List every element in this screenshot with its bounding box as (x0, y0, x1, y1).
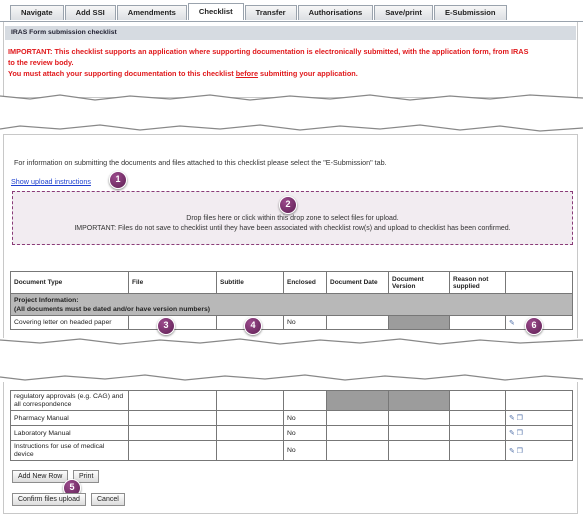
confirm-files-upload-button[interactable]: Confirm files upload (12, 493, 86, 506)
section-heading: Project Information: (All documents must… (10, 293, 573, 316)
tab-checklist[interactable]: Checklist (187, 3, 244, 20)
file-cell[interactable] (128, 390, 217, 411)
document-version-cell[interactable] (388, 440, 450, 461)
warning-line-3-end: submitting your application. (258, 69, 358, 78)
tab-amendments[interactable]: Amendments (116, 5, 187, 20)
doc-type-cell: Laboratory Manual (10, 425, 129, 441)
enclosed-cell[interactable] (283, 390, 327, 411)
row-actions: ✎ ❐ (505, 410, 573, 426)
callout-badge-4: 4 (244, 317, 262, 335)
doc-type-cell: regulatory approvals (e.g. CAG) and all … (10, 390, 129, 411)
document-date-cell[interactable] (326, 315, 389, 330)
copy-row-icon[interactable]: ❐ (517, 448, 523, 455)
edit-pencil-icon[interactable]: ✎ (509, 320, 515, 327)
file-cell[interactable] (128, 410, 217, 426)
col-document-type: Document Type (10, 271, 129, 294)
section-note: (All documents must be dated and/or have… (14, 305, 211, 313)
tab-e-submission[interactable]: E-Submission (433, 5, 507, 20)
file-cell[interactable] (128, 440, 217, 461)
reason-cell[interactable] (449, 390, 506, 411)
show-upload-instructions-link[interactable]: Show upload instructions (11, 177, 91, 186)
submission-info-text: For information on submitting the docume… (14, 158, 387, 167)
enclosed-cell[interactable]: No (283, 425, 327, 441)
enclosed-cell[interactable]: No (283, 410, 327, 426)
col-actions (505, 271, 573, 294)
row-actions (505, 390, 573, 411)
table-row: Pharmacy Manual No ✎ ❐ (10, 410, 573, 426)
torn-edge-top (0, 94, 583, 106)
callout-badge-3: 3 (157, 317, 175, 335)
reason-cell[interactable] (449, 315, 506, 330)
section-label: Project Information: (14, 296, 79, 304)
reason-cell[interactable] (449, 425, 506, 441)
tab-authorisations[interactable]: Authorisations (297, 5, 374, 20)
copy-row-icon[interactable]: ❐ (517, 430, 523, 437)
col-document-date: Document Date (326, 271, 389, 294)
file-cell[interactable] (128, 425, 217, 441)
cancel-button[interactable]: Cancel (91, 493, 125, 506)
callout-badge-2: 2 (279, 196, 297, 214)
checklist-table: Document Type File Subtitle Enclosed Doc… (10, 271, 573, 330)
dropzone-instruction: Drop files here or click within this dro… (186, 215, 399, 222)
table-row: Covering letter on headed paper No ✎ (10, 315, 573, 330)
document-date-cell (326, 390, 389, 411)
table-row: Instructions for use of medical device N… (10, 440, 573, 461)
important-warning: IMPORTANT: This checklist supports an ap… (8, 46, 568, 79)
section-row-project-information: Project Information: (All documents must… (10, 293, 573, 316)
edit-pencil-icon[interactable]: ✎ (509, 430, 515, 437)
warning-line-3: You must attach your supporting document… (8, 68, 568, 79)
warning-line-1: IMPORTANT: This checklist supports an ap… (8, 47, 529, 56)
tab-add-ssi[interactable]: Add SSI (64, 5, 116, 20)
warning-before-underlined: before (235, 69, 259, 78)
subtitle-cell[interactable] (216, 425, 284, 441)
document-date-cell[interactable] (326, 425, 389, 441)
add-new-row-button[interactable]: Add New Row (12, 470, 69, 483)
enclosed-cell[interactable]: No (283, 315, 327, 330)
dropzone-important-note: IMPORTANT: Files do not save to checklis… (74, 225, 511, 232)
callout-badge-1: 1 (109, 171, 127, 189)
document-version-cell[interactable] (388, 425, 450, 441)
edit-pencil-icon[interactable]: ✎ (509, 448, 515, 455)
reason-cell[interactable] (449, 440, 506, 461)
warning-line-2: to the review body. (8, 58, 74, 67)
doc-type-cell: Pharmacy Manual (10, 410, 129, 426)
tab-bar: Navigate Add SSI Amendments Checklist Tr… (10, 0, 508, 22)
row-actions: ✎ ❐ (505, 440, 573, 461)
document-date-cell[interactable] (326, 440, 389, 461)
tab-transfer[interactable]: Transfer (244, 5, 297, 20)
table-row: regulatory approvals (e.g. CAG) and all … (10, 390, 573, 411)
doc-type-cell: Covering letter on headed paper (10, 315, 129, 330)
torn-edge-middle (0, 338, 583, 356)
row-actions: ✎ ❐ (505, 425, 573, 441)
panel-title: IRAS Form submission checklist (5, 26, 576, 40)
subtitle-cell[interactable] (216, 440, 284, 461)
table-row: Laboratory Manual No ✎ ❐ (10, 425, 573, 441)
tab-navigate[interactable]: Navigate (10, 5, 64, 20)
enclosed-cell[interactable]: No (283, 440, 327, 461)
edit-pencil-icon[interactable]: ✎ (509, 415, 515, 422)
col-reason-not-supplied: Reason not supplied (449, 271, 506, 294)
subtitle-cell[interactable] (216, 410, 284, 426)
document-date-cell[interactable] (326, 410, 389, 426)
col-file: File (128, 271, 217, 294)
doc-type-cell: Instructions for use of medical device (10, 440, 129, 461)
col-document-version: Document Version (388, 271, 450, 294)
checklist-table-continued: regulatory approvals (e.g. CAG) and all … (10, 390, 573, 461)
warning-line-3-start: You must attach your supporting document… (8, 69, 236, 78)
table-header-row: Document Type File Subtitle Enclosed Doc… (10, 271, 573, 294)
callout-badge-6: 6 (525, 317, 543, 335)
subtitle-cell[interactable] (216, 390, 284, 411)
copy-row-icon[interactable]: ❐ (517, 415, 523, 422)
col-subtitle: Subtitle (216, 271, 284, 294)
tab-save-print[interactable]: Save/print (374, 5, 433, 20)
col-enclosed: Enclosed (283, 271, 327, 294)
document-version-cell (388, 315, 450, 330)
reason-cell[interactable] (449, 410, 506, 426)
document-version-cell[interactable] (388, 410, 450, 426)
document-version-cell (388, 390, 450, 411)
